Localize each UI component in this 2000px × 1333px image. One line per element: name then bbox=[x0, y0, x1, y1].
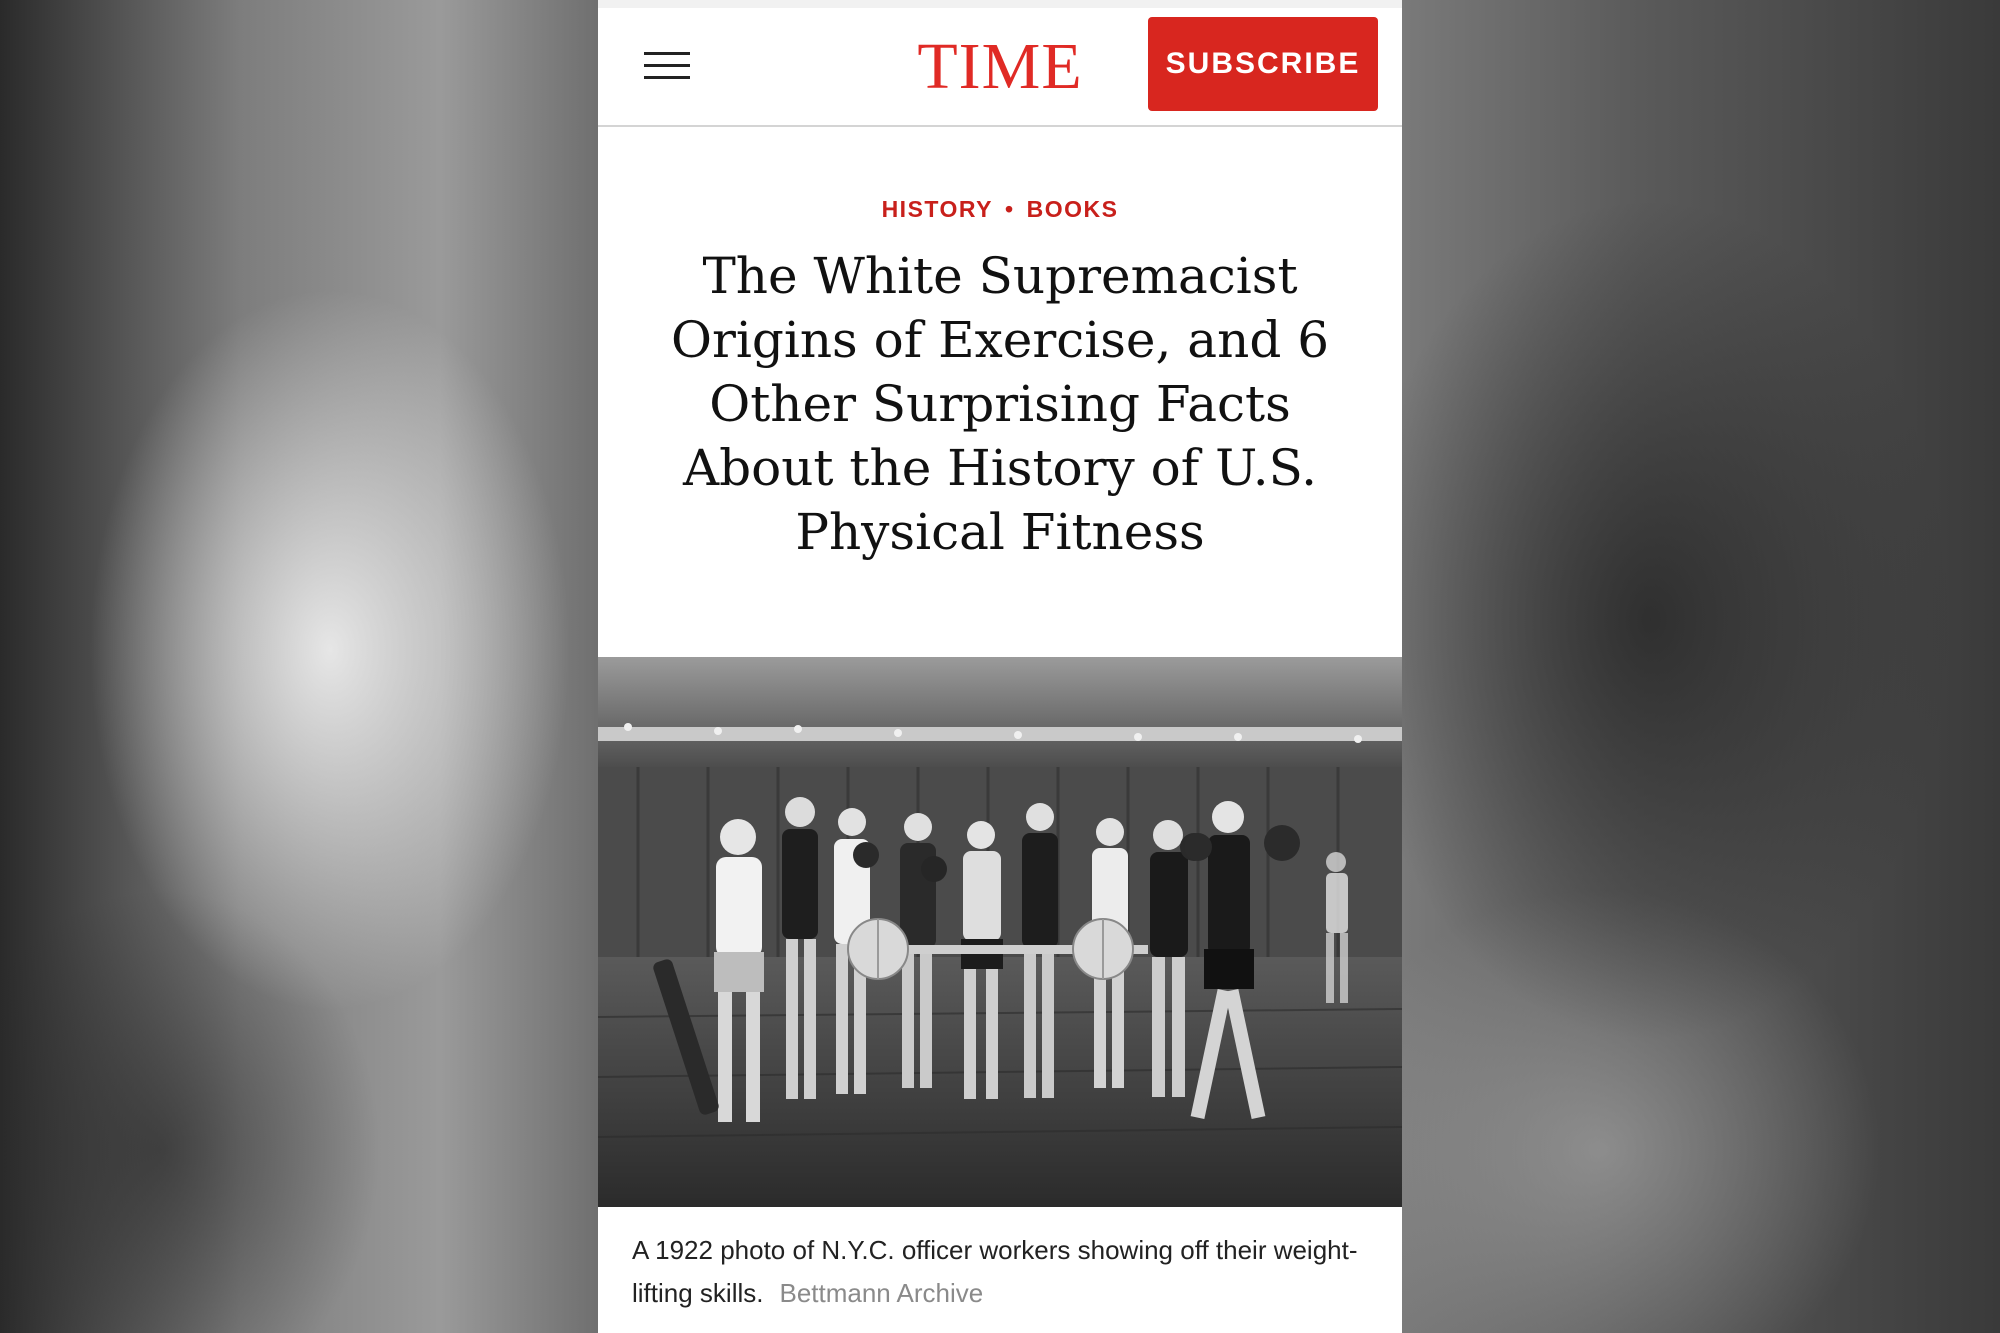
article-headline: The White Supremacist Origins of Exercis… bbox=[670, 247, 1330, 561]
mobile-page: TIME SUBSCRIBE HISTORY • BOOKS The White S… bbox=[598, 0, 1402, 1333]
category-separator: • bbox=[1005, 196, 1015, 222]
hero-photo[interactable] bbox=[598, 657, 1402, 1207]
time-logo[interactable]: TIME bbox=[910, 22, 1090, 112]
article-categories: HISTORY • BOOKS bbox=[598, 196, 1402, 223]
image-caption-area: A 1922 photo of N.Y.C. officer workers s… bbox=[598, 1207, 1402, 1333]
hamburger-menu-icon[interactable] bbox=[644, 52, 690, 80]
site-header: TIME SUBSCRIBE bbox=[598, 8, 1402, 127]
subscribe-button[interactable]: SUBSCRIBE bbox=[1148, 17, 1378, 111]
photo-credit: Bettmann Archive bbox=[779, 1278, 984, 1308]
category-link-history[interactable]: HISTORY bbox=[882, 196, 993, 222]
caption-text: A 1922 photo of N.Y.C. officer workers s… bbox=[632, 1235, 1358, 1308]
category-link-books[interactable]: BOOKS bbox=[1027, 196, 1119, 222]
image-caption: A 1922 photo of N.Y.C. officer workers s… bbox=[632, 1229, 1372, 1315]
gym-photo-illustration bbox=[598, 657, 1402, 1207]
blurred-background: TIME SUBSCRIBE HISTORY • BOOKS The White S… bbox=[0, 0, 2000, 1333]
